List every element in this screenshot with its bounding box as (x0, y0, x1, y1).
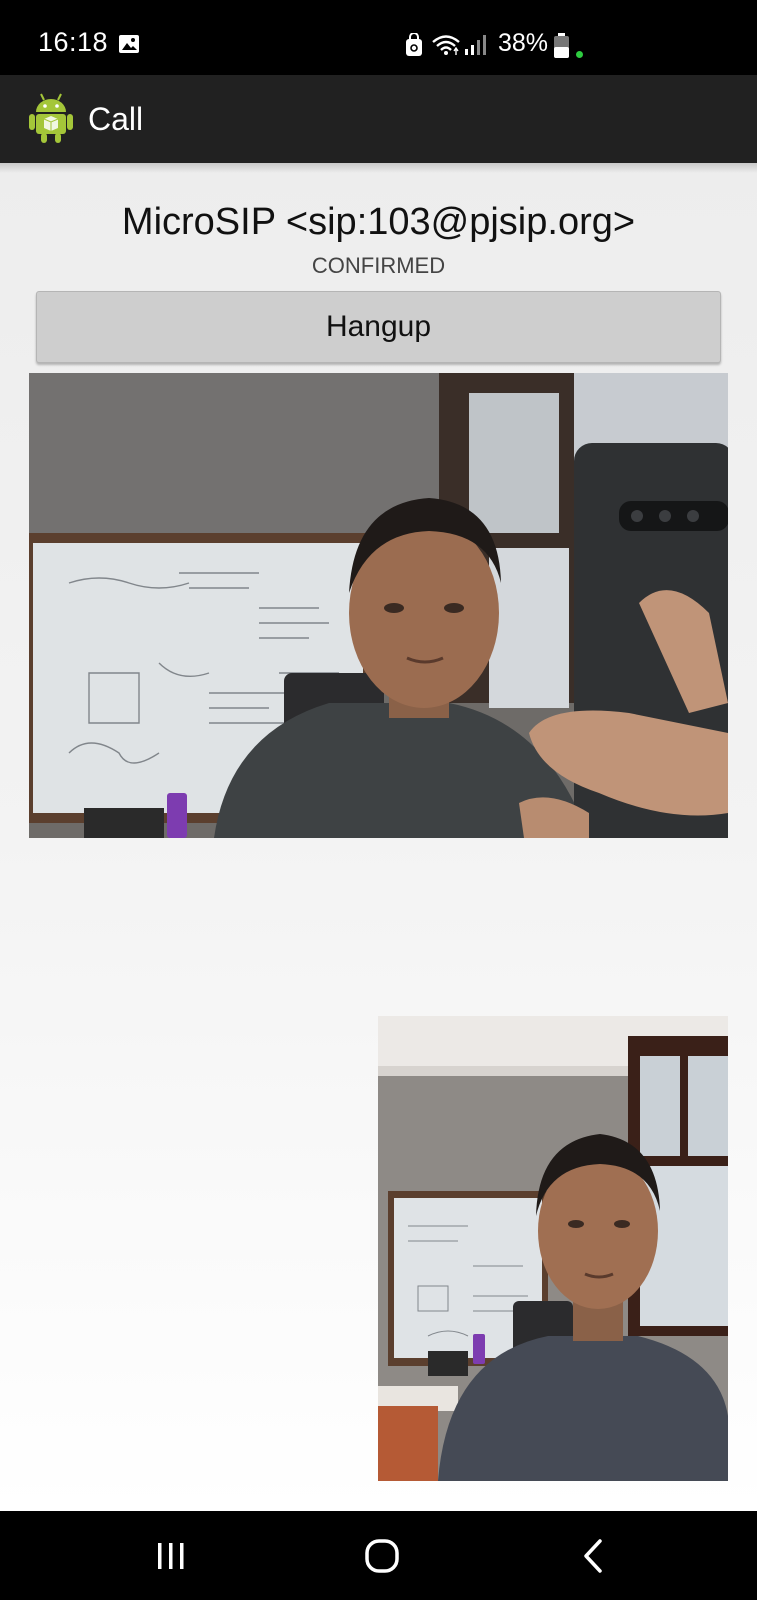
call-screen: MicroSIP <sip:103@pjsip.org> CONFIRMED H… (0, 163, 757, 1511)
battery-icon (554, 33, 569, 58)
back-icon (584, 1539, 602, 1573)
remote-video-frame (29, 373, 728, 838)
status-icons (405, 30, 490, 60)
action-bar: Call (0, 75, 757, 163)
hangup-button[interactable]: Hangup (36, 291, 721, 363)
remote-uri: MicroSIP <sip:103@pjsip.org> (121, 201, 636, 243)
local-video-frame (378, 1016, 728, 1481)
privacy-indicator-dot (576, 51, 583, 58)
action-bar-title: Call (88, 101, 144, 137)
recent-apps-button[interactable] (146, 1531, 196, 1581)
local-preview-video (378, 1016, 728, 1481)
recent-apps-icon (158, 1543, 184, 1569)
wifi-icon (432, 35, 460, 55)
gallery-icon (119, 35, 139, 53)
signal-icon (465, 35, 486, 55)
action-bar-shadow (0, 163, 757, 173)
back-button[interactable] (568, 1531, 618, 1581)
navigation-bar (0, 1511, 757, 1600)
status-time: 16:18 (38, 27, 109, 57)
status-bar: 16:18 38% (0, 0, 757, 75)
home-button[interactable] (357, 1531, 407, 1581)
call-state: CONFIRMED (311, 253, 446, 278)
battery-percent: 38% (498, 29, 549, 57)
remote-video-view (29, 373, 728, 838)
android-robot-icon (29, 93, 73, 143)
vpn-icon (406, 33, 422, 56)
home-icon (365, 1539, 399, 1573)
